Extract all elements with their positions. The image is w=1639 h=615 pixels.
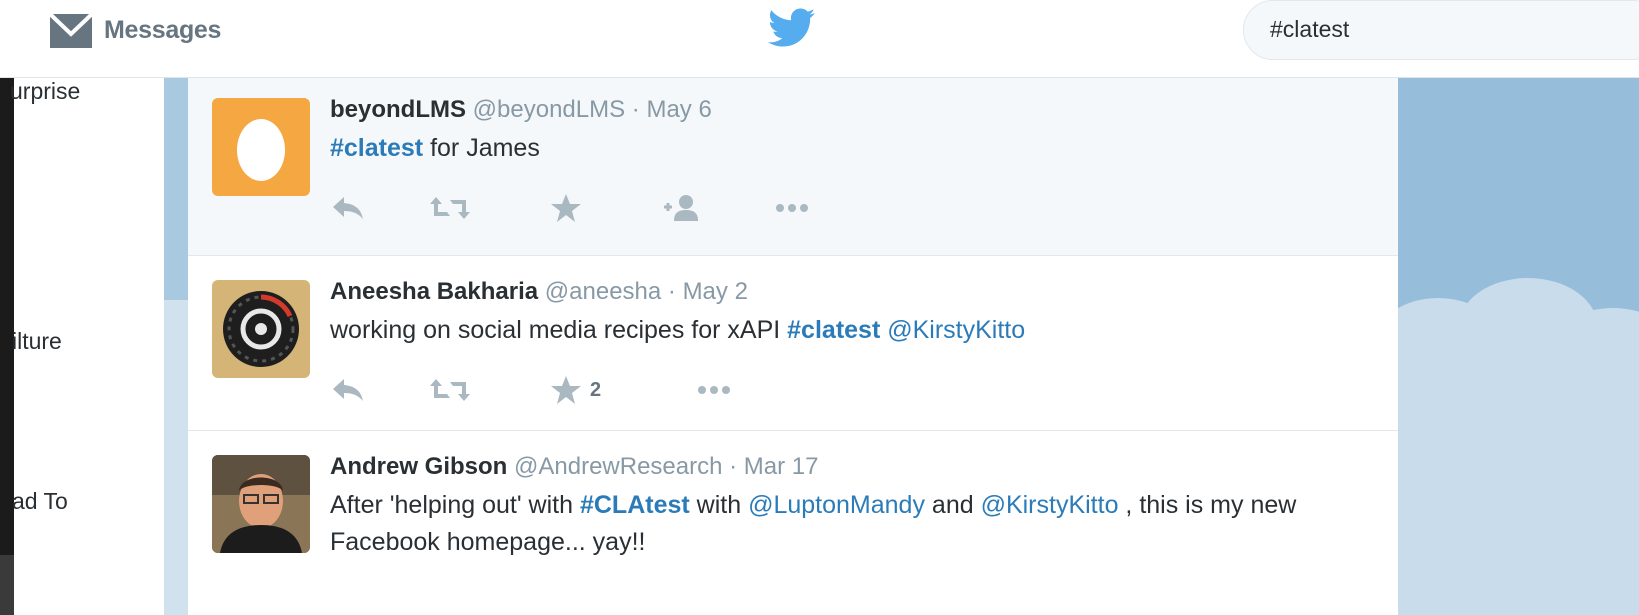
tweet-text: #clatest for James bbox=[330, 130, 1370, 167]
hashtag-link[interactable]: #clatest bbox=[330, 134, 423, 162]
tweet-header: Andrew Gibson @AndrewResearch · Mar 17 bbox=[330, 453, 819, 481]
record-avatar-icon bbox=[223, 291, 299, 367]
tweet-text: After 'helping out' with #CLAtest with @… bbox=[330, 487, 1370, 561]
left-sidebar: urprise ilture ad To bbox=[10, 78, 164, 615]
search-input[interactable] bbox=[1270, 11, 1630, 47]
sidebar-item[interactable]: ad To bbox=[12, 488, 68, 515]
favorite-button[interactable] bbox=[548, 190, 584, 226]
tweet-actions: 2 bbox=[330, 372, 830, 408]
tweet-actions bbox=[330, 190, 830, 226]
top-nav-bar: Messages bbox=[0, 0, 1639, 78]
mention-link[interactable]: @KirstyKitto bbox=[981, 491, 1119, 519]
tweet-text-segment: with bbox=[689, 491, 749, 519]
hashtag-link[interactable]: #clatest bbox=[787, 316, 880, 344]
reply-button[interactable] bbox=[330, 372, 366, 408]
cloud-shape bbox=[1398, 338, 1639, 615]
follow-button[interactable] bbox=[660, 190, 704, 226]
window-edge-bottom bbox=[0, 555, 14, 615]
hashtag-link[interactable]: #CLAtest bbox=[580, 491, 690, 519]
tweet-separator: · bbox=[625, 96, 647, 123]
tweet-text-segment: and bbox=[924, 491, 981, 519]
search-box[interactable] bbox=[1243, 0, 1639, 60]
star-icon bbox=[551, 376, 581, 404]
tweet[interactable]: Aneesha Bakharia @aneesha · May 2 workin… bbox=[188, 256, 1398, 431]
profile-photo-icon bbox=[212, 455, 310, 553]
tweet-author-handle[interactable]: @beyondLMS bbox=[473, 96, 625, 123]
tweet-timeline: beyondLMS @beyondLMS · May 6 #clatest fo… bbox=[188, 78, 1398, 615]
tweet-author-name[interactable]: beyondLMS bbox=[330, 96, 466, 123]
reply-icon bbox=[333, 197, 363, 219]
more-button[interactable] bbox=[772, 190, 812, 226]
favorite-button[interactable]: 2 bbox=[548, 372, 601, 408]
tweet-timestamp[interactable]: May 2 bbox=[683, 278, 748, 305]
more-icon bbox=[776, 204, 808, 212]
sidebar-item[interactable]: ilture bbox=[12, 328, 62, 355]
favorite-count: 2 bbox=[590, 378, 602, 401]
tweet[interactable]: Andrew Gibson @AndrewResearch · Mar 17 A… bbox=[188, 431, 1398, 615]
retweet-icon bbox=[430, 379, 470, 401]
tweet[interactable]: beyondLMS @beyondLMS · May 6 #clatest fo… bbox=[188, 78, 1398, 256]
sidebar-item[interactable]: urprise bbox=[10, 78, 80, 105]
messages-button[interactable]: Messages bbox=[48, 8, 221, 52]
retweet-icon bbox=[430, 197, 470, 219]
tweet-separator: · bbox=[722, 453, 744, 480]
twitter-bird-icon[interactable] bbox=[768, 8, 816, 48]
reply-button[interactable] bbox=[330, 190, 366, 226]
tweet-author-name[interactable]: Andrew Gibson bbox=[330, 453, 507, 480]
more-button[interactable] bbox=[694, 372, 734, 408]
tweet-header: Aneesha Bakharia @aneesha · May 2 bbox=[330, 278, 748, 306]
tweet-timestamp[interactable]: May 6 bbox=[646, 96, 711, 123]
envelope-icon bbox=[48, 12, 94, 48]
reply-icon bbox=[333, 379, 363, 401]
background-sky-right bbox=[1398, 78, 1639, 615]
avatar[interactable] bbox=[212, 455, 310, 553]
tweet-header: beyondLMS @beyondLMS · May 6 bbox=[330, 96, 712, 124]
tweet-author-handle[interactable]: @aneesha bbox=[545, 278, 661, 305]
messages-label: Messages bbox=[104, 15, 222, 44]
background-cloud-left bbox=[164, 300, 188, 615]
avatar[interactable] bbox=[212, 98, 310, 196]
retweet-button[interactable] bbox=[428, 190, 472, 226]
tweet-separator: · bbox=[661, 278, 683, 305]
tweet-timestamp[interactable]: Mar 17 bbox=[744, 453, 819, 480]
mention-link[interactable]: @LuptonMandy bbox=[748, 491, 925, 519]
mention-link[interactable]: @KirstyKitto bbox=[887, 316, 1025, 344]
tweet-text-segment: After 'helping out' with bbox=[330, 491, 580, 519]
tweet-text: working on social media recipes for xAPI… bbox=[330, 312, 1370, 349]
follow-icon bbox=[664, 195, 698, 221]
tweet-author-name[interactable]: Aneesha Bakharia bbox=[330, 278, 538, 305]
retweet-button[interactable] bbox=[428, 372, 472, 408]
avatar[interactable] bbox=[212, 280, 310, 378]
more-icon bbox=[698, 386, 730, 394]
tweet-text-segment: working on social media recipes for xAPI bbox=[330, 316, 788, 344]
tweet-text-segment: for James bbox=[423, 134, 540, 162]
tweet-author-handle[interactable]: @AndrewResearch bbox=[514, 453, 722, 480]
star-icon bbox=[551, 194, 581, 222]
egg-avatar-icon bbox=[237, 119, 285, 181]
